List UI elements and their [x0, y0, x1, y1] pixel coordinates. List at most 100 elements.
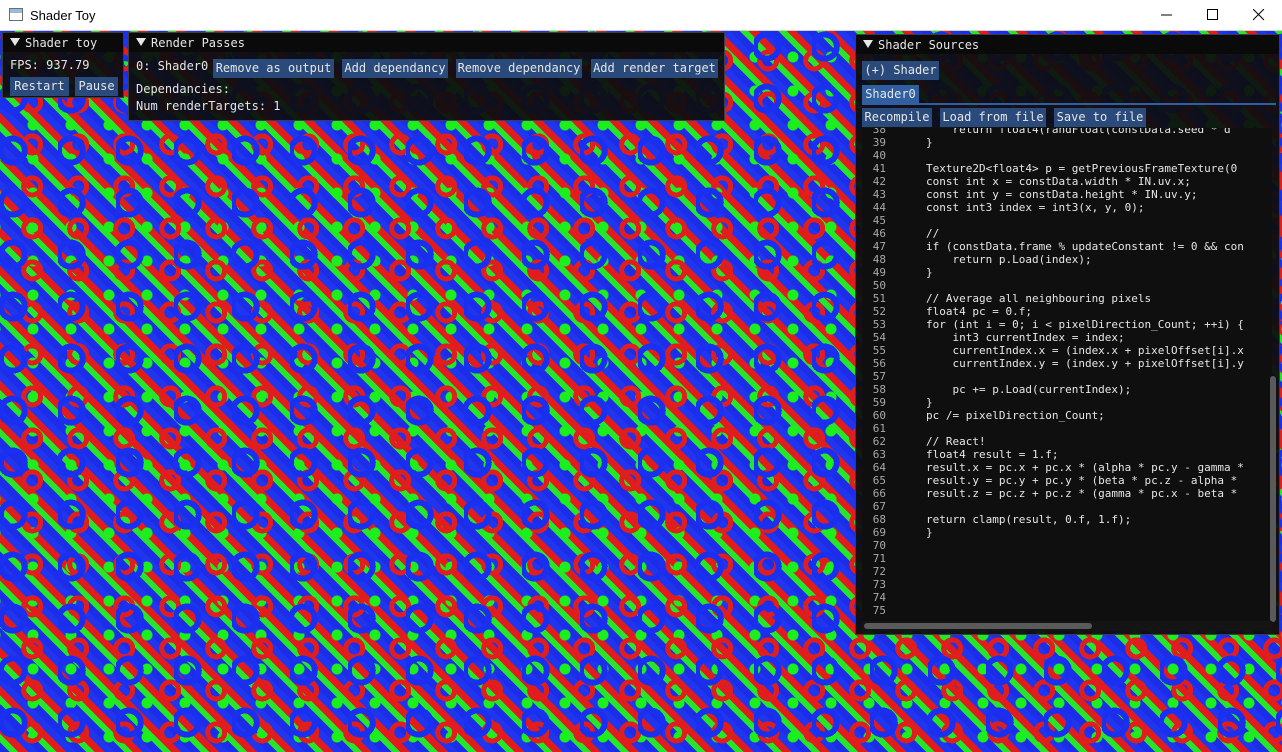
- code-line[interactable]: 50: [862, 279, 1272, 292]
- line-number: 61: [872, 422, 886, 435]
- code-line[interactable]: 48 return p.Load(index);: [862, 253, 1272, 266]
- line-number: 55: [872, 344, 886, 357]
- line-number: 38: [872, 128, 886, 136]
- code-line[interactable]: 74: [862, 591, 1272, 604]
- tab-underline: [862, 103, 1276, 105]
- pause-button[interactable]: Pause: [75, 77, 118, 96]
- code-line[interactable]: 68 return clamp(result, 0.f, 1.f);: [862, 513, 1272, 526]
- close-icon: [1253, 9, 1265, 21]
- recompile-button[interactable]: Recompile: [862, 108, 932, 127]
- code-editor[interactable]: 38 return float4(randFloat(constData.see…: [862, 128, 1272, 628]
- code-line[interactable]: 52 float4 pc = 0.f;: [862, 305, 1272, 318]
- line-number: 62: [872, 435, 886, 448]
- line-number: 40: [872, 149, 886, 162]
- code-line[interactable]: 58 pc += p.Load(currentIndex);: [862, 383, 1272, 396]
- code-line[interactable]: 63 float4 result = 1.f;: [862, 448, 1272, 461]
- line-number: 50: [872, 279, 886, 292]
- close-button[interactable]: [1236, 0, 1282, 31]
- line-number: 63: [872, 448, 886, 461]
- line-number: 44: [872, 201, 886, 214]
- render-passes-header[interactable]: Render Passes: [129, 33, 724, 52]
- remove-dependency-button[interactable]: Remove dependancy: [456, 59, 582, 78]
- code-line[interactable]: 75: [862, 604, 1272, 617]
- code-line[interactable]: 61: [862, 422, 1272, 435]
- code-line[interactable]: 49}: [862, 266, 1272, 279]
- line-number: 74: [872, 591, 886, 604]
- shader-sources-header[interactable]: Shader Sources: [856, 35, 1279, 54]
- line-number: 60: [872, 409, 886, 422]
- collapse-arrow-icon[interactable]: [863, 40, 873, 48]
- tab-shader0[interactable]: Shader0: [862, 85, 919, 104]
- code-line[interactable]: 62 // React!: [862, 435, 1272, 448]
- line-number: 56: [872, 357, 886, 370]
- code-text: }: [926, 266, 933, 279]
- collapse-arrow-icon[interactable]: [10, 38, 20, 46]
- code-line[interactable]: 53 for (int i = 0; i < pixelDirection_Cou…: [862, 318, 1272, 331]
- code-line[interactable]: 72: [862, 565, 1272, 578]
- code-text: const int3 index = int3(x, y, 0);: [926, 201, 1145, 214]
- code-text: currentIndex.x = (index.x + pixelOffset[…: [926, 344, 1244, 357]
- code-line[interactable]: 59}: [862, 396, 1272, 409]
- remove-as-output-button[interactable]: Remove as output: [213, 59, 334, 78]
- code-line[interactable]: 44 const int3 index = int3(x, y, 0);: [862, 201, 1272, 214]
- minimize-button[interactable]: [1144, 0, 1190, 31]
- code-text: pc /= pixelDirection_Count;: [926, 409, 1105, 422]
- load-from-file-button[interactable]: Load from file: [940, 108, 1046, 127]
- line-number: 57: [872, 370, 886, 383]
- code-line[interactable]: 73: [862, 578, 1272, 591]
- code-line[interactable]: 46 //: [862, 227, 1272, 240]
- code-text: result.x = pc.x + pc.x * (alpha * pc.y -…: [926, 461, 1244, 474]
- code-line[interactable]: 40: [862, 149, 1272, 162]
- code-line[interactable]: 56 currentIndex.y = (index.y + pixelOffs…: [862, 357, 1272, 370]
- code-text: if (constData.frame % updateConstant != …: [926, 240, 1244, 253]
- code-line[interactable]: 45: [862, 214, 1272, 227]
- line-number: 66: [872, 487, 886, 500]
- code-text: int3 currentIndex = index;: [926, 331, 1125, 344]
- maximize-icon: [1207, 9, 1218, 20]
- save-to-file-button[interactable]: Save to file: [1054, 108, 1146, 127]
- code-text: // React!: [926, 435, 986, 448]
- line-number: 41: [872, 162, 886, 175]
- code-line[interactable]: 64 result.x = pc.x + pc.x * (alpha * pc.y…: [862, 461, 1272, 474]
- code-line[interactable]: 57: [862, 370, 1272, 383]
- code-line[interactable]: 60 pc /= pixelDirection_Count;: [862, 409, 1272, 422]
- code-text: currentIndex.y = (index.y + pixelOffset[…: [926, 357, 1244, 370]
- code-line[interactable]: 51 // Average all neighbouring pixels: [862, 292, 1272, 305]
- line-number: 64: [872, 461, 886, 474]
- code-line[interactable]: 69}: [862, 526, 1272, 539]
- code-line[interactable]: 65 result.y = pc.y + pc.y * (beta * pc.z …: [862, 474, 1272, 487]
- code-text: // Average all neighbouring pixels: [926, 292, 1152, 305]
- code-line[interactable]: 39}: [862, 136, 1272, 149]
- collapse-arrow-icon[interactable]: [136, 38, 146, 46]
- line-number: 45: [872, 214, 886, 227]
- code-line[interactable]: 70: [862, 539, 1272, 552]
- code-line[interactable]: 47 if (constData.frame % updateConstant !…: [862, 240, 1272, 253]
- add-shader-button[interactable]: (+) Shader: [862, 61, 939, 80]
- vertical-scrollbar[interactable]: [1270, 376, 1276, 622]
- code-text: return float4(randFloat(constData.seed *…: [926, 128, 1231, 136]
- code-text: float4 pc = 0.f;: [926, 305, 1032, 318]
- code-line[interactable]: 38 return float4(randFloat(constData.see…: [862, 128, 1272, 136]
- code-line[interactable]: 55 currentIndex.x = (index.x + pixelOffs…: [862, 344, 1272, 357]
- line-number: 47: [872, 240, 886, 253]
- code-line[interactable]: 54 int3 currentIndex = index;: [862, 331, 1272, 344]
- line-number: 48: [872, 253, 886, 266]
- add-dependency-button[interactable]: Add dependancy: [342, 59, 448, 78]
- horizontal-scrollbar[interactable]: [864, 623, 1092, 629]
- shader-toy-header[interactable]: Shader toy: [3, 33, 123, 52]
- code-line[interactable]: 42 const int x = constData.width * IN.uv.…: [862, 175, 1272, 188]
- maximize-button[interactable]: [1190, 0, 1236, 31]
- title-bar: Shader Toy: [0, 0, 1282, 31]
- code-line[interactable]: 67: [862, 500, 1272, 513]
- line-number: 75: [872, 604, 886, 617]
- code-line[interactable]: 43 const int y = constData.height * IN.uv…: [862, 188, 1272, 201]
- add-render-target-button[interactable]: Add render target: [591, 59, 718, 78]
- code-line[interactable]: 41 Texture2D<float4> p = getPreviousFrame…: [862, 162, 1272, 175]
- line-number: 70: [872, 539, 886, 552]
- code-text: }: [926, 136, 933, 149]
- code-line[interactable]: 71: [862, 552, 1272, 565]
- code-line[interactable]: 66 result.z = pc.z + pc.z * (gamma * pc.x…: [862, 487, 1272, 500]
- restart-button[interactable]: Restart: [10, 77, 69, 96]
- line-number: 54: [872, 331, 886, 344]
- code-text: return p.Load(index);: [926, 253, 1092, 266]
